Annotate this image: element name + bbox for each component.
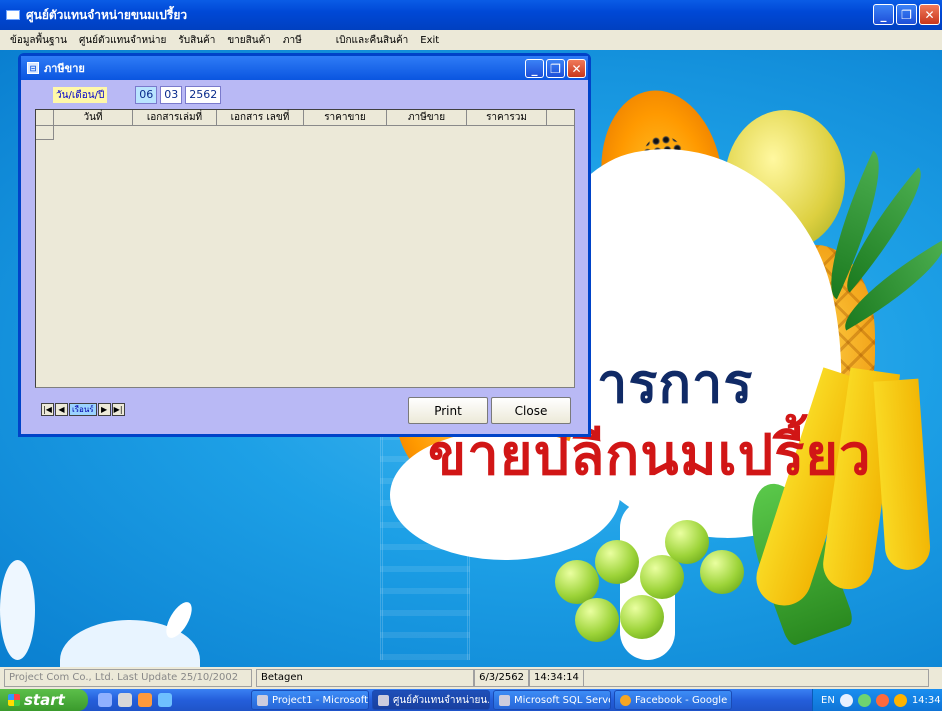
year-input[interactable]: 2562 bbox=[185, 86, 222, 104]
tray-arrow-icon[interactable] bbox=[839, 693, 853, 707]
menu-bar: ข้อมูลพื้นฐาน ศูนย์ตัวแทนจำหน่าย รับสินค… bbox=[0, 30, 942, 50]
taskbar: start Project1 - Microsoft ... ศูนย์ตัวแ… bbox=[0, 689, 942, 711]
child-window-controls: _ ❐ ✕ bbox=[525, 59, 586, 78]
col-sale-price[interactable]: ราคาขาย bbox=[304, 110, 387, 125]
grape-image bbox=[700, 550, 744, 594]
task-project1[interactable]: Project1 - Microsoft ... bbox=[251, 690, 369, 710]
col-book-no[interactable]: เอกสารเล่มที่ bbox=[133, 110, 217, 125]
date-label: วัน/เดือน/ปี bbox=[53, 87, 108, 103]
col-sales-tax[interactable]: ภาษีขาย bbox=[387, 110, 467, 125]
print-button[interactable]: Print bbox=[408, 397, 488, 424]
status-time: 14:34:14 bbox=[529, 669, 584, 687]
app-title: ศูนย์ตัวแทนจำหน่ายขนมเปรี้ยว bbox=[26, 7, 188, 22]
col-doc-no[interactable]: เอกสาร เลขที่ bbox=[217, 110, 304, 125]
ie-icon[interactable] bbox=[158, 693, 172, 707]
sql-server-icon bbox=[499, 694, 510, 706]
copyright-text: Project Com Co., Ltd. Last Update 25/10/… bbox=[4, 669, 252, 687]
grape-image bbox=[595, 540, 639, 584]
task-sql-server[interactable]: Microsoft SQL Serve... bbox=[493, 690, 611, 710]
child-maximize-button[interactable]: ❐ bbox=[546, 59, 565, 78]
tray-clock: 14:34 bbox=[911, 694, 941, 706]
month-input[interactable]: 03 bbox=[160, 86, 183, 104]
grid-header: วันที่ เอกสารเล่มที่ เอกสาร เลขที่ ราคาข… bbox=[36, 110, 574, 126]
firefox-icon[interactable] bbox=[138, 693, 152, 707]
grape-image bbox=[620, 595, 664, 639]
restore-button[interactable]: ❐ bbox=[896, 4, 917, 25]
sales-tax-title: ภาษีขาย bbox=[44, 62, 85, 75]
menu-withdraw-return[interactable]: เบิกและคืนสินค้า bbox=[336, 33, 409, 48]
sales-tax-window: ⊟ ภาษีขาย _ ❐ ✕ วัน/เดือน/ปี 06 03 2562 … bbox=[18, 53, 591, 437]
app-task-icon bbox=[378, 694, 389, 706]
show-desktop-icon[interactable] bbox=[98, 693, 112, 707]
menu-agents[interactable]: ศูนย์ตัวแทนจำหน่าย bbox=[79, 33, 166, 48]
task-label: ศูนย์ตัวแทนจำหน่ายน... bbox=[393, 694, 490, 706]
grape-image bbox=[665, 520, 709, 564]
last-record-button[interactable]: ▶| bbox=[111, 403, 125, 416]
vb-icon bbox=[257, 694, 268, 706]
day-input[interactable]: 06 bbox=[135, 86, 158, 104]
start-label: start bbox=[24, 691, 65, 709]
menu-sell-goods[interactable]: ขายสินค้า bbox=[227, 33, 271, 48]
window-controls: _ ❐ ✕ bbox=[873, 4, 940, 25]
record-navigator: |◀ ◀ เรือนร์ ▶ ▶| bbox=[41, 403, 125, 416]
status-panel bbox=[584, 669, 929, 687]
status-date: 6/3/2562 bbox=[474, 669, 529, 687]
alert-icon[interactable] bbox=[893, 693, 907, 707]
task-agent-app[interactable]: ศูนย์ตัวแทนจำหน่ายน... bbox=[372, 690, 490, 710]
chrome-icon bbox=[620, 694, 631, 706]
next-record-button[interactable]: ▶ bbox=[97, 403, 111, 416]
menu-basic-data[interactable]: ข้อมูลพื้นฐาน bbox=[10, 33, 67, 48]
user-name: Betagen bbox=[256, 669, 474, 687]
row-selector-header bbox=[36, 110, 54, 125]
first-record-button[interactable]: |◀ bbox=[41, 403, 54, 416]
child-minimize-button[interactable]: _ bbox=[525, 59, 544, 78]
task-label: Microsoft SQL Serve... bbox=[514, 694, 610, 706]
start-button[interactable]: start bbox=[0, 689, 88, 711]
task-label: Facebook - Google C... bbox=[635, 694, 731, 706]
app-icon bbox=[6, 10, 20, 20]
system-tray: EN 14:34 bbox=[812, 689, 942, 711]
security-icon[interactable] bbox=[875, 693, 889, 707]
record-indicator: เรือนร์ bbox=[69, 403, 97, 416]
minimize-button[interactable]: _ bbox=[873, 4, 894, 25]
banana-image bbox=[873, 378, 932, 572]
status-bar: Project Com Co., Ltd. Last Update 25/10/… bbox=[0, 667, 942, 689]
app-title-bar: ศูนย์ตัวแทนจำหน่ายขนมเปรี้ยว _ ❐ ✕ bbox=[0, 0, 942, 30]
language-indicator[interactable]: EN bbox=[821, 695, 835, 706]
media-player-icon[interactable] bbox=[118, 693, 132, 707]
quick-launch bbox=[98, 693, 248, 707]
col-date[interactable]: วันที่ bbox=[54, 110, 133, 125]
milk-splash bbox=[0, 560, 35, 660]
sales-tax-form: วัน/เดือน/ปี 06 03 2562 วันที่ เอกสารเล่… bbox=[21, 80, 588, 434]
sales-tax-grid[interactable]: วันที่ เอกสารเล่มที่ เอกสาร เลขที่ ราคาข… bbox=[35, 109, 575, 388]
menu-exit[interactable]: Exit bbox=[420, 35, 439, 46]
network-icon[interactable] bbox=[857, 693, 871, 707]
form-icon: ⊟ bbox=[27, 62, 39, 74]
close-button[interactable]: ✕ bbox=[919, 4, 940, 25]
date-filter: วัน/เดือน/ปี 06 03 2562 bbox=[53, 86, 222, 104]
menu-tax[interactable]: ภาษี bbox=[283, 33, 302, 48]
menu-receive-goods[interactable]: รับสินค้า bbox=[178, 33, 215, 48]
close-form-button[interactable]: Close bbox=[491, 397, 571, 424]
row-selector[interactable] bbox=[36, 126, 54, 140]
child-close-button[interactable]: ✕ bbox=[567, 59, 586, 78]
sales-tax-title-bar: ⊟ ภาษีขาย bbox=[21, 56, 588, 80]
task-chrome[interactable]: Facebook - Google C... bbox=[614, 690, 732, 710]
grape-image bbox=[575, 598, 619, 642]
prev-record-button[interactable]: ◀ bbox=[55, 403, 68, 416]
windows-logo-icon bbox=[8, 694, 20, 706]
task-label: Project1 - Microsoft ... bbox=[272, 694, 369, 706]
col-total[interactable]: ราคารวม bbox=[467, 110, 547, 125]
